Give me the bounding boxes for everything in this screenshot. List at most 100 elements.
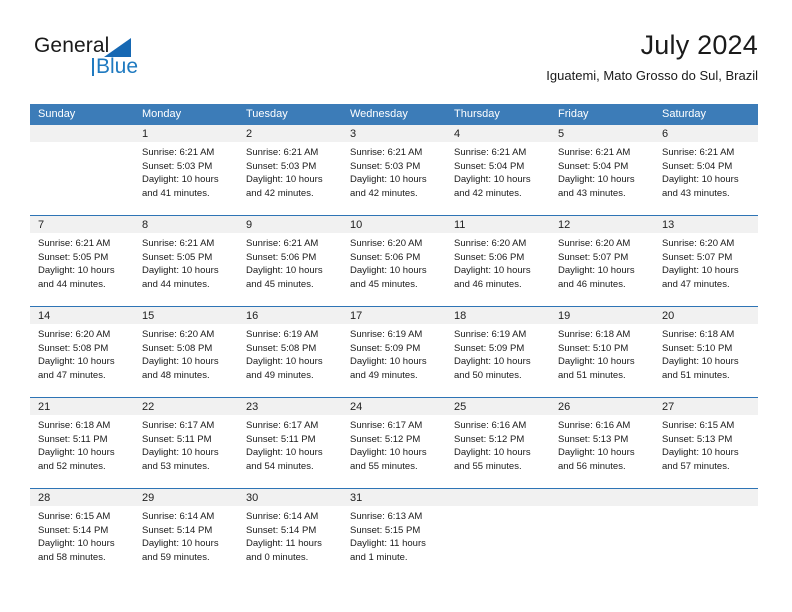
day-cell-content: 24 Sunrise: 6:17 AM Sunset: 5:12 PM Dayligh… — [342, 398, 446, 488]
calendar-day-cell[interactable]: 18 Sunrise: 6:19 AM Sunset: 5:09 PM Dayligh… — [446, 306, 550, 398]
daylight-duration-line1: Daylight: 10 hours — [350, 356, 427, 367]
calendar-day-cell[interactable]: 9 Sunrise: 6:21 AM Sunset: 5:06 PM Daylight… — [238, 215, 342, 307]
calendar-day-cell[interactable]: 12 Sunrise: 6:20 AM Sunset: 5:07 PM Dayligh… — [550, 215, 654, 307]
calendar-day-cell[interactable]: 16 Sunrise: 6:19 AM Sunset: 5:08 PM Dayligh… — [238, 306, 342, 398]
daylight-duration-line1: Daylight: 10 hours — [142, 447, 219, 458]
day-cell-content: 17 Sunrise: 6:19 AM Sunset: 5:09 PM Dayligh… — [342, 307, 446, 397]
day-cell-content: 28 Sunrise: 6:15 AM Sunset: 5:14 PM Dayligh… — [30, 489, 134, 579]
calendar-day-cell[interactable]: 3 Sunrise: 6:21 AM Sunset: 5:03 PM Daylight… — [342, 125, 446, 216]
day-number: 19 — [550, 307, 654, 324]
day-details: Sunrise: 6:15 AM Sunset: 5:13 PM Daylight:… — [654, 415, 758, 473]
daylight-duration-line1: Daylight: 10 hours — [142, 265, 219, 276]
calendar-day-cell[interactable]: 5 Sunrise: 6:21 AM Sunset: 5:04 PM Daylight… — [550, 125, 654, 216]
sunset-time: Sunset: 5:10 PM — [558, 342, 629, 354]
day-number — [30, 125, 134, 142]
daylight-duration-line2: and 0 minutes. — [246, 551, 309, 563]
sunset-time: Sunset: 5:05 PM — [142, 251, 213, 263]
calendar-day-cell[interactable]: 25 Sunrise: 6:16 AM Sunset: 5:12 PM Dayligh… — [446, 397, 550, 489]
sunrise-time: Sunrise: 6:20 AM — [38, 329, 111, 340]
calendar-day-cell[interactable]: 11 Sunrise: 6:20 AM Sunset: 5:06 PM Dayligh… — [446, 215, 550, 307]
calendar-table: Sunday Monday Tuesday Wednesday Thursday… — [30, 104, 758, 579]
day-number: 21 — [30, 398, 134, 415]
day-cell-content: 7 Sunrise: 6:21 AM Sunset: 5:05 PM Daylight… — [30, 216, 134, 306]
calendar-day-cell[interactable]: 22 Sunrise: 6:17 AM Sunset: 5:11 PM Dayligh… — [134, 397, 238, 489]
day-cell-content: 12 Sunrise: 6:20 AM Sunset: 5:07 PM Dayligh… — [550, 216, 654, 306]
calendar-day-cell[interactable]: 19 Sunrise: 6:18 AM Sunset: 5:10 PM Dayligh… — [550, 306, 654, 398]
calendar-day-cell[interactable]: 20 Sunrise: 6:18 AM Sunset: 5:10 PM Dayligh… — [654, 306, 758, 398]
sunrise-time: Sunrise: 6:19 AM — [246, 329, 319, 340]
calendar-day-cell[interactable]: 31 Sunrise: 6:13 AM Sunset: 5:15 PM Dayligh… — [342, 488, 446, 579]
day-number: 12 — [550, 216, 654, 233]
daylight-duration-line1: Daylight: 10 hours — [558, 356, 635, 367]
sunset-time: Sunset: 5:11 PM — [246, 433, 316, 445]
calendar-day-cell[interactable]: 28 Sunrise: 6:15 AM Sunset: 5:14 PM Dayligh… — [30, 488, 134, 579]
day-details: Sunrise: 6:20 AM Sunset: 5:08 PM Daylight:… — [134, 324, 238, 382]
sunrise-time: Sunrise: 6:14 AM — [142, 511, 215, 522]
daylight-duration-line1: Daylight: 10 hours — [350, 174, 427, 185]
calendar-day-cell[interactable]: 14 Sunrise: 6:20 AM Sunset: 5:08 PM Dayligh… — [30, 306, 134, 398]
calendar-day-cell[interactable]: 24 Sunrise: 6:17 AM Sunset: 5:12 PM Dayligh… — [342, 397, 446, 489]
daylight-duration-line2: and 59 minutes. — [142, 551, 210, 563]
daylight-duration-line1: Daylight: 10 hours — [142, 174, 219, 185]
sunrise-time: Sunrise: 6:16 AM — [558, 420, 631, 431]
day-cell-content — [550, 489, 654, 579]
day-cell-content: 15 Sunrise: 6:20 AM Sunset: 5:08 PM Dayligh… — [134, 307, 238, 397]
day-cell-content: 6 Sunrise: 6:21 AM Sunset: 5:04 PM Daylight… — [654, 125, 758, 215]
brand-accent-bar-icon — [92, 58, 94, 76]
daylight-duration-line1: Daylight: 11 hours — [246, 538, 322, 549]
day-details: Sunrise: 6:17 AM Sunset: 5:11 PM Daylight:… — [134, 415, 238, 473]
daylight-duration-line2: and 48 minutes. — [142, 369, 210, 381]
daylight-duration-line1: Daylight: 10 hours — [246, 265, 323, 276]
day-details: Sunrise: 6:21 AM Sunset: 5:04 PM Daylight:… — [654, 142, 758, 200]
daylight-duration-line2: and 42 minutes. — [454, 187, 522, 199]
day-details: Sunrise: 6:20 AM Sunset: 5:06 PM Daylight:… — [342, 233, 446, 291]
day-cell-content: 16 Sunrise: 6:19 AM Sunset: 5:08 PM Dayligh… — [238, 307, 342, 397]
daylight-duration-line2: and 57 minutes. — [662, 460, 730, 472]
day-details: Sunrise: 6:18 AM Sunset: 5:11 PM Daylight:… — [30, 415, 134, 473]
calendar-day-cell[interactable]: 6 Sunrise: 6:21 AM Sunset: 5:04 PM Daylight… — [654, 125, 758, 216]
day-cell-content: 25 Sunrise: 6:16 AM Sunset: 5:12 PM Dayligh… — [446, 398, 550, 488]
day-cell-content: 11 Sunrise: 6:20 AM Sunset: 5:06 PM Dayligh… — [446, 216, 550, 306]
calendar-day-cell[interactable]: 4 Sunrise: 6:21 AM Sunset: 5:04 PM Daylight… — [446, 125, 550, 216]
weekday-header-sunday: Sunday — [30, 104, 134, 125]
calendar-body: 1 Sunrise: 6:21 AM Sunset: 5:03 PM Daylight… — [30, 125, 758, 579]
day-details: Sunrise: 6:14 AM Sunset: 5:14 PM Daylight:… — [134, 506, 238, 564]
sunrise-time: Sunrise: 6:14 AM — [246, 511, 319, 522]
sunset-time: Sunset: 5:13 PM — [558, 433, 629, 445]
calendar-day-cell[interactable]: 15 Sunrise: 6:20 AM Sunset: 5:08 PM Dayligh… — [134, 306, 238, 398]
calendar-day-cell[interactable]: 13 Sunrise: 6:20 AM Sunset: 5:07 PM Dayligh… — [654, 215, 758, 307]
calendar-day-cell[interactable]: 8 Sunrise: 6:21 AM Sunset: 5:05 PM Daylight… — [134, 215, 238, 307]
day-details: Sunrise: 6:15 AM Sunset: 5:14 PM Daylight:… — [30, 506, 134, 564]
day-cell-content: 18 Sunrise: 6:19 AM Sunset: 5:09 PM Dayligh… — [446, 307, 550, 397]
calendar-day-cell[interactable]: 17 Sunrise: 6:19 AM Sunset: 5:09 PM Dayligh… — [342, 306, 446, 398]
calendar-day-cell[interactable]: 29 Sunrise: 6:14 AM Sunset: 5:14 PM Dayligh… — [134, 488, 238, 579]
day-cell-content — [30, 125, 134, 215]
calendar-header-row: Sunday Monday Tuesday Wednesday Thursday… — [30, 104, 758, 125]
day-number: 14 — [30, 307, 134, 324]
day-number: 29 — [134, 489, 238, 506]
calendar-day-cell[interactable]: 1 Sunrise: 6:21 AM Sunset: 5:03 PM Daylight… — [134, 125, 238, 216]
calendar-day-cell[interactable]: 2 Sunrise: 6:21 AM Sunset: 5:03 PM Daylight… — [238, 125, 342, 216]
calendar-day-cell[interactable]: 27 Sunrise: 6:15 AM Sunset: 5:13 PM Dayligh… — [654, 397, 758, 489]
brand-logo[interactable]: General Blue — [34, 34, 224, 90]
day-details: Sunrise: 6:20 AM Sunset: 5:07 PM Daylight:… — [654, 233, 758, 291]
calendar-day-cell[interactable]: 23 Sunrise: 6:17 AM Sunset: 5:11 PM Dayligh… — [238, 397, 342, 489]
sunset-time: Sunset: 5:13 PM — [662, 433, 733, 445]
calendar-day-cell[interactable]: 10 Sunrise: 6:20 AM Sunset: 5:06 PM Dayligh… — [342, 215, 446, 307]
calendar-day-cell[interactable]: 30 Sunrise: 6:14 AM Sunset: 5:14 PM Dayligh… — [238, 488, 342, 579]
day-number: 5 — [550, 125, 654, 142]
calendar-day-cell[interactable]: 7 Sunrise: 6:21 AM Sunset: 5:05 PM Daylight… — [30, 215, 134, 307]
day-number: 2 — [238, 125, 342, 142]
day-cell-content — [654, 489, 758, 579]
sunset-time: Sunset: 5:08 PM — [142, 342, 213, 354]
calendar-day-cell[interactable]: 26 Sunrise: 6:16 AM Sunset: 5:13 PM Dayligh… — [550, 397, 654, 489]
daylight-duration-line1: Daylight: 10 hours — [142, 356, 219, 367]
daylight-duration-line2: and 43 minutes. — [662, 187, 730, 199]
day-number: 15 — [134, 307, 238, 324]
sunrise-time: Sunrise: 6:21 AM — [454, 147, 527, 158]
day-cell-content: 27 Sunrise: 6:15 AM Sunset: 5:13 PM Dayligh… — [654, 398, 758, 488]
daylight-duration-line1: Daylight: 10 hours — [558, 265, 635, 276]
weekday-header-monday: Monday — [134, 104, 238, 125]
calendar-day-cell[interactable]: 21 Sunrise: 6:18 AM Sunset: 5:11 PM Dayligh… — [30, 397, 134, 489]
sunrise-time: Sunrise: 6:20 AM — [350, 238, 423, 249]
